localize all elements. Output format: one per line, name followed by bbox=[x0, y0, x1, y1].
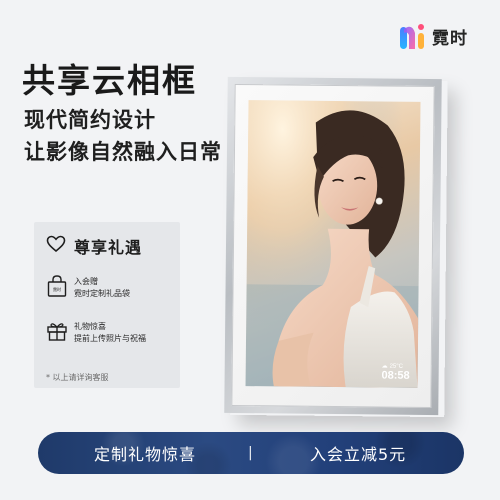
headline: 共享云相框 bbox=[22, 61, 197, 100]
gift-panel: 尊享礼遇 霓时 入会赠 霓时定制礼品袋 礼物惊喜 提前上传照片与祝福 bbox=[34, 222, 180, 388]
gift-box-icon bbox=[46, 320, 68, 346]
cloud-icon: ☁ bbox=[381, 363, 388, 370]
svg-text:霓时: 霓时 bbox=[53, 286, 61, 292]
subtitle-line-2: 让影像自然融入日常 bbox=[24, 140, 222, 164]
banner-left-text: 定制礼物惊喜 bbox=[94, 445, 197, 464]
gift-item-line1: 礼物惊喜 bbox=[74, 322, 106, 331]
shopping-bag-icon: 霓时 bbox=[46, 274, 68, 302]
gift-item: 礼物惊喜 提前上传照片与祝福 bbox=[46, 320, 146, 346]
frame-photo: ☁ 25°C 08:58 bbox=[245, 100, 421, 388]
frame-clock: ☁ 25°C 08:58 bbox=[381, 363, 409, 382]
gift-item: 霓时 入会赠 霓时定制礼品袋 bbox=[46, 274, 130, 302]
banner-right-text: 入会立减5元 bbox=[310, 445, 407, 464]
gift-panel-title-text: 尊享礼遇 bbox=[74, 238, 143, 257]
brand: 霓时 bbox=[398, 18, 468, 54]
brand-logo-icon bbox=[398, 21, 426, 51]
footnote: * 以上请详询客服 bbox=[46, 373, 109, 382]
brand-name: 霓时 bbox=[432, 28, 468, 49]
heart-icon bbox=[46, 235, 66, 257]
photo-frame: ☁ 25°C 08:58 bbox=[224, 76, 442, 416]
gift-item-line2: 提前上传照片与祝福 bbox=[74, 334, 146, 343]
subtitle-line-1: 现代简约设计 bbox=[24, 108, 156, 132]
weather-temp: 25°C bbox=[389, 363, 404, 370]
portrait-illustration bbox=[245, 100, 421, 388]
gift-panel-title: 尊享礼遇 bbox=[46, 234, 142, 258]
gift-item-line2: 霓时定制礼品袋 bbox=[74, 289, 130, 298]
promo-banner[interactable]: 定制礼物惊喜 | 入会立减5元 bbox=[38, 432, 464, 474]
frame-mat: ☁ 25°C 08:58 bbox=[231, 83, 435, 409]
banner-separator: | bbox=[248, 445, 253, 461]
gift-item-line1: 入会赠 bbox=[74, 277, 98, 286]
clock-time: 08:58 bbox=[381, 369, 410, 382]
